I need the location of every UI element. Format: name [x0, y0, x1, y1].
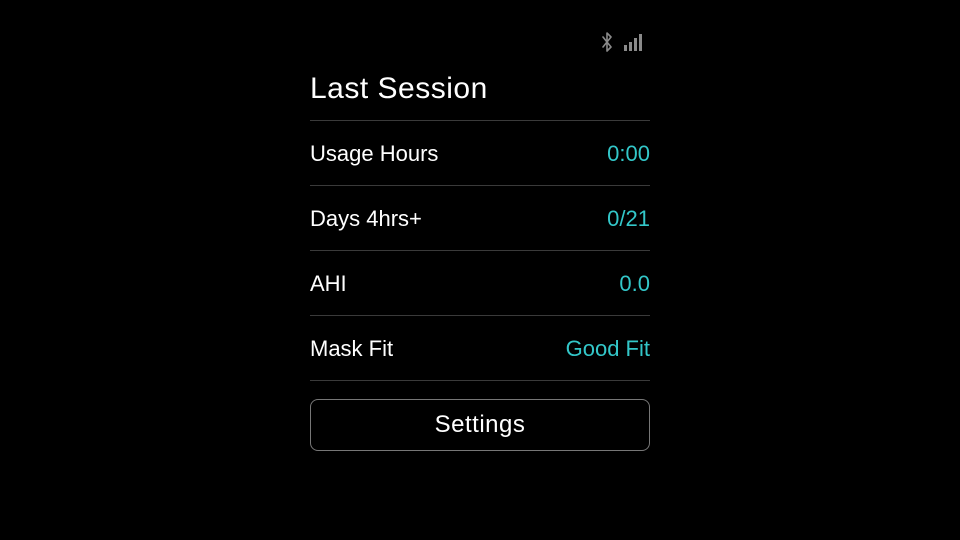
metric-label: AHI [310, 271, 347, 297]
metric-value: 0.0 [619, 271, 650, 297]
settings-button-label: Settings [435, 411, 526, 439]
settings-button[interactable]: Settings [310, 399, 650, 451]
metric-row-usage-hours: Usage Hours 0:00 [310, 121, 650, 186]
metric-value: 0:00 [607, 141, 650, 167]
metric-label: Days 4hrs+ [310, 206, 422, 232]
signal-icon [624, 33, 646, 51]
metric-value: 0/21 [607, 206, 650, 232]
metric-row-ahi: AHI 0.0 [310, 251, 650, 316]
metric-value: Good Fit [566, 336, 650, 362]
metric-label: Mask Fit [310, 336, 393, 362]
metric-row-days-4hrs: Days 4hrs+ 0/21 [310, 186, 650, 251]
device-screen: Last Session Usage Hours 0:00 Days 4hrs+… [310, 0, 650, 451]
bluetooth-icon [600, 32, 614, 52]
metric-row-mask-fit: Mask Fit Good Fit [310, 316, 650, 381]
status-bar [310, 30, 650, 54]
page-title: Last Session [310, 72, 650, 121]
metric-label: Usage Hours [310, 141, 438, 167]
